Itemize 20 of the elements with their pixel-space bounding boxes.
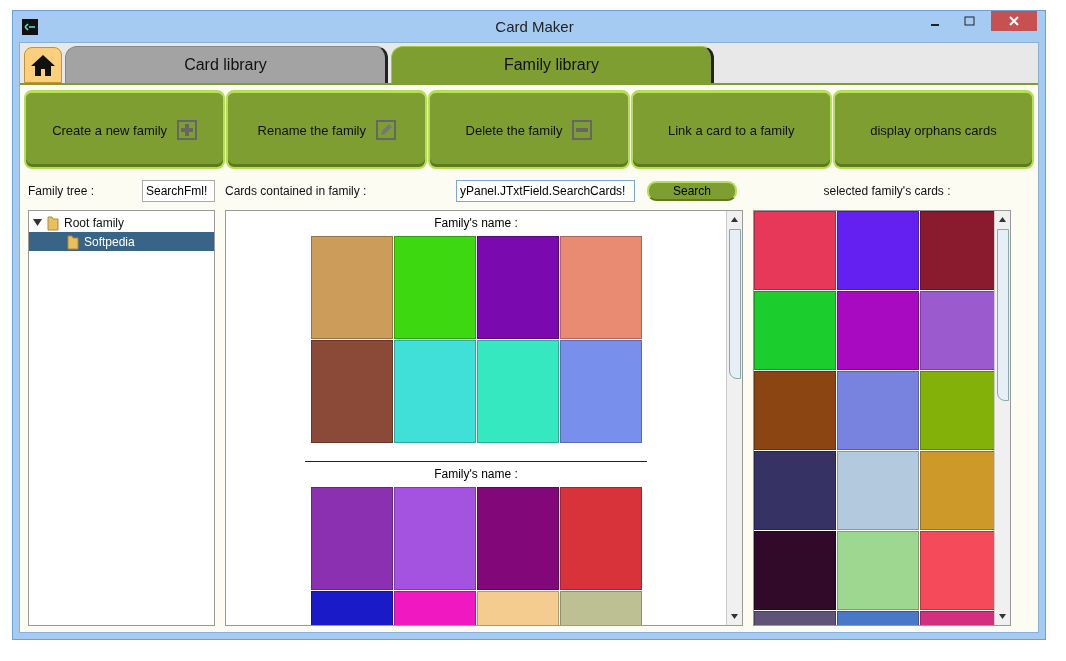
tree-item[interactable]: Softpedia [29, 232, 214, 251]
toolbar-button[interactable]: Rename the family [226, 90, 428, 169]
family-name-label: Family's name : [434, 216, 518, 230]
card-search-field[interactable]: yPanel.JTxtField.SearchCards! [456, 180, 635, 202]
selected-cards-label: selected family's cards : [823, 184, 951, 198]
tab[interactable]: Card library [65, 46, 388, 83]
toolbar-button[interactable]: display orphans cards [832, 90, 1034, 169]
cards-label: Cards contained in family : [225, 184, 367, 198]
toolbar-button[interactable]: Link a card to a family [630, 90, 832, 169]
family-tree-label: Family tree : [28, 184, 94, 198]
tab[interactable]: Family library [391, 46, 714, 83]
family-name-label: Family's name : [434, 467, 518, 481]
toolbar-button[interactable]: Create a new family [24, 90, 226, 169]
search-button[interactable]: Search [647, 181, 737, 201]
tree-item-label: Softpedia [84, 234, 135, 249]
family-search-field[interactable]: SearchFml! [142, 180, 215, 202]
tree-item-label: Root family [64, 215, 125, 230]
toolbar-button[interactable]: Delete the family [428, 90, 630, 169]
tree-item[interactable]: Root family [29, 213, 214, 232]
window-title: Card Maker [494, 18, 575, 35]
